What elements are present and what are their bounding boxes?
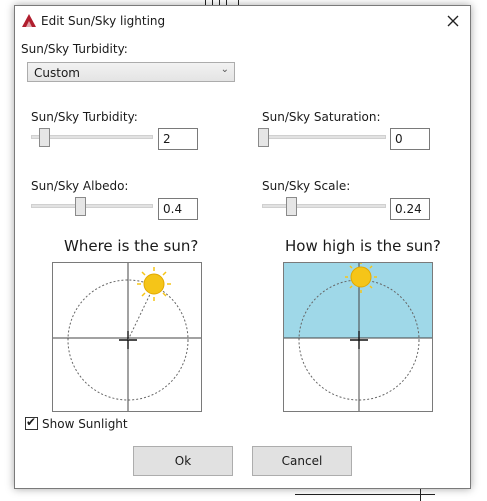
preset-selected-value: Custom [34,66,80,80]
albedo-slider-thumb[interactable] [75,197,86,216]
turbidity-label: Sun/Sky Turbidity: [31,110,138,124]
albedo-label: Sun/Sky Albedo: [31,179,129,193]
sun-icon[interactable] [137,267,171,301]
chevron-down-icon: ⌄ [220,64,229,75]
albedo-input[interactable]: 0.4 [158,198,198,220]
preset-label: Sun/Sky Turbidity: [21,42,128,56]
scale-label: Sun/Sky Scale: [262,179,351,193]
background-line [420,488,421,501]
sun-direction-heading: Where is the sun? [64,237,199,255]
scale-slider-track[interactable] [262,204,386,208]
sun-height-panel[interactable] [283,262,433,412]
preset-select[interactable]: Custom ⌄ [27,62,235,82]
saturation-slider-track[interactable] [262,135,386,139]
background-line [295,494,435,495]
sun-height-heading: How high is the sun? [285,237,441,255]
show-sunlight-label: Show Sunlight [42,417,128,431]
checkmark-icon: ✔ [26,415,37,429]
turbidity-slider-thumb[interactable] [39,128,50,147]
dialog-title: Edit Sun/Sky lighting [41,14,166,28]
close-button[interactable] [442,10,464,32]
albedo-slider-track[interactable] [31,204,153,208]
scale-slider-thumb[interactable] [286,197,297,216]
sun-direction-panel[interactable] [52,262,202,412]
saturation-label: Sun/Sky Saturation: [262,110,381,124]
sun-sky-dialog: Edit Sun/Sky lighting Sun/Sky Turbidity:… [14,5,471,489]
ok-button[interactable]: Ok [133,446,233,476]
saturation-slider-thumb[interactable] [258,128,269,147]
scale-input[interactable]: 0.24 [390,198,430,220]
close-icon [447,15,459,27]
cancel-button[interactable]: Cancel [252,446,352,476]
show-sunlight-checkbox[interactable]: ✔ [25,415,38,430]
title-bar: Edit Sun/Sky lighting [15,6,470,36]
app-logo-icon [22,14,36,27]
turbidity-input[interactable]: 2 [158,128,198,150]
saturation-input[interactable]: 0 [390,128,430,150]
